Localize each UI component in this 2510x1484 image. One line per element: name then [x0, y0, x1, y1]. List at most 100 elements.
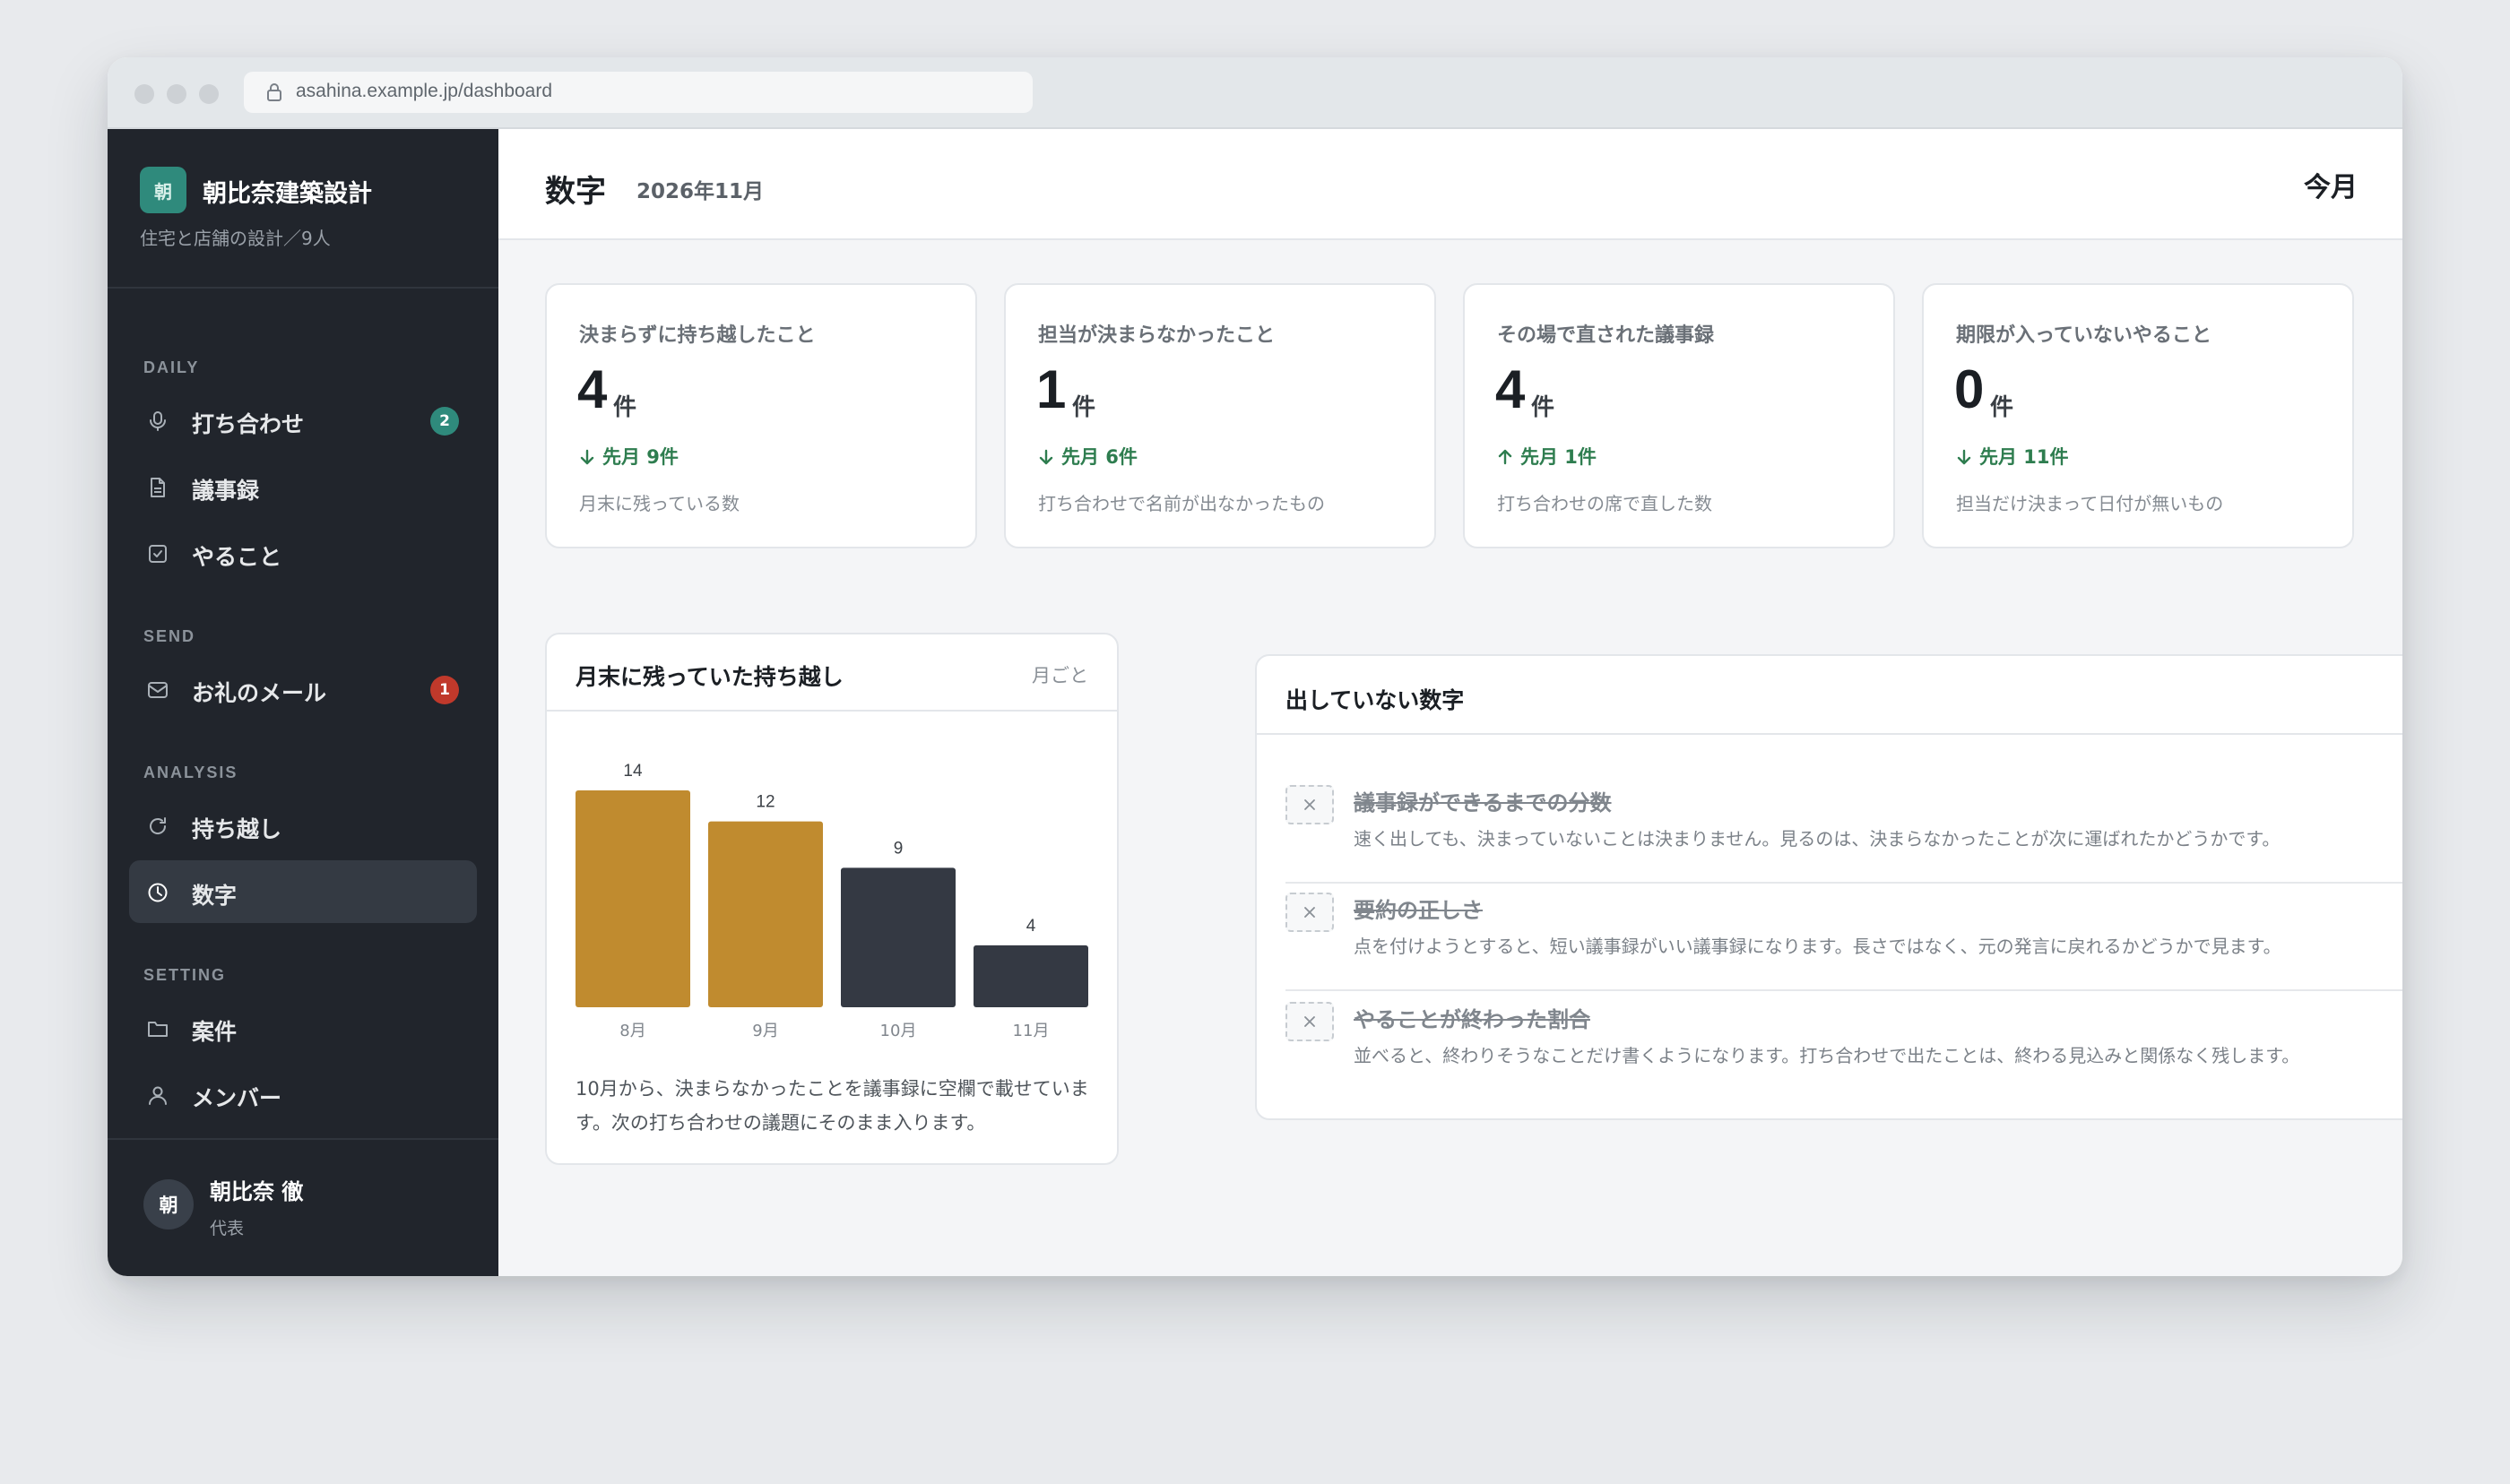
page-title: 数字 [545, 174, 606, 210]
close-icon [1285, 893, 1334, 932]
x-tick-label: 10月 [880, 1022, 917, 1040]
brand-subtitle: 住宅と店舗の設計／9人 [140, 228, 331, 249]
sidebar-item-label: 案件 [192, 1019, 238, 1045]
sidebar-item-members[interactable]: メンバー [129, 1063, 477, 1126]
kpi-delta: 先月 9件 [579, 443, 679, 470]
folder-icon [148, 1022, 168, 1037]
user-name: 朝比奈 徹 [210, 1179, 304, 1204]
kpi-delta-text: 先月 1件 [1520, 446, 1597, 468]
bar-11月 [974, 945, 1088, 1007]
kpi-card-no-deadline: 期限が入っていないやること 0 件 先月 11件 担当だけ決まって日付が無いもの [1922, 283, 2354, 548]
sidebar: 朝 朝比奈建築設計 住宅と店舗の設計／9人 DAILY 打ち合わせ 2 議事録 … [108, 129, 498, 1276]
kpi-unit: 件 [1072, 394, 1096, 421]
unpublished-metric-row: 要約の正しさ 点を付けようとすると、短い議事録がいい議事録になります。長さではな… [1285, 884, 2402, 991]
kpi-card-fixed-on-spot: その場で直された議事録 4 件 先月 1件 打ち合わせの席で直した数 [1463, 283, 1895, 548]
kpi-value: 0 [1954, 359, 1985, 419]
kpi-unit: 件 [1990, 394, 2014, 421]
kpi-title: 決まらずに持ち越したこと [579, 324, 816, 347]
kpi-card-carried-over: 決まらずに持ち越したこと 4 件 先月 9件 月末に残っている数 [545, 283, 977, 548]
sidebar-item-thanks-mail[interactable]: お礼のメール 1 [129, 658, 477, 720]
close-icon [1285, 1002, 1334, 1041]
chart-title: 月末に残っていた持ち越し [576, 664, 844, 690]
sidebar-item-label: やること [192, 544, 282, 570]
window-minimize-dot[interactable] [167, 84, 186, 104]
arrow-down-icon [580, 449, 594, 465]
chart-card-header: 月末に残っていた持ち越し 月ごと [547, 634, 1117, 712]
avatar[interactable]: 朝 [143, 1179, 194, 1229]
bar-8月 [576, 790, 690, 1007]
window-maximize-dot[interactable] [199, 84, 219, 104]
kpi-delta-text: 先月 9件 [602, 446, 679, 468]
bar-9月 [708, 821, 823, 1007]
sidebar-item-minutes[interactable]: 議事録 [129, 455, 477, 518]
page-header: 数字 2026年11月 今月 [498, 129, 2402, 240]
address-url: asahina.example.jp/dashboard [296, 81, 553, 101]
bar-value-label: 12 [756, 793, 775, 812]
sidebar-item-numbers[interactable]: 数字 [129, 860, 477, 923]
section-label-setting: SETTING [143, 966, 227, 984]
sidebar-item-label: メンバー [192, 1085, 282, 1111]
document-icon [151, 478, 165, 497]
arrow-down-icon [1039, 449, 1053, 465]
unpublished-card-header: 出していない数字 [1257, 656, 2402, 735]
kpi-value: 4 [577, 359, 608, 419]
kpi-note: 月末に残っている数 [579, 493, 740, 514]
mic-icon [150, 411, 166, 431]
arrow-down-icon [1957, 449, 1971, 465]
kpi-value: 4 [1495, 359, 1526, 419]
kpi-note: 打ち合わせの席で直した数 [1497, 493, 1712, 514]
sidebar-item-label: 持ち越し [192, 816, 282, 842]
refresh-icon [150, 817, 167, 834]
chart-period: 月ごと [1032, 665, 1088, 686]
kpi-title: 担当が決まらなかったこと [1038, 324, 1276, 347]
brand-name: 朝比奈建築設計 [203, 180, 372, 208]
browser-chrome: asahina.example.jp/dashboard [108, 57, 2402, 129]
metric-description: 点を付けようとすると、短い議事録がいい議事録になります。長さではなく、元の発言に… [1354, 936, 2281, 957]
metric-name: 要約の正しさ [1354, 898, 1483, 923]
chart-caption: 10月から、決まらなかったことを議事録に空欄で載せています。次の打ち合わせの議題… [576, 1078, 1089, 1134]
brand-logo: 朝 [140, 167, 186, 213]
kpi-unit: 件 [1531, 394, 1555, 421]
kpi-delta: 先月 6件 [1038, 443, 1138, 470]
kpi-unit: 件 [613, 394, 637, 421]
arrow-up-icon [1498, 449, 1512, 465]
kpi-note: 打ち合わせで名前が出なかったもの [1038, 493, 1325, 514]
bar-value-label: 9 [894, 839, 904, 858]
close-icon [1285, 785, 1334, 824]
carryover-bar-chart: 14 8月 12 9月 9 10月 4 11月 [576, 762, 1088, 1040]
browser-window: asahina.example.jp/dashboard 朝 朝比奈建築設計 住… [108, 57, 2402, 1276]
x-tick-label: 9月 [752, 1022, 778, 1040]
address-bar[interactable]: asahina.example.jp/dashboard [244, 72, 1033, 113]
checkbox-icon [149, 545, 167, 563]
unpublished-metrics-card: 出していない数字 議事録ができるまでの分数 速く出しても、決まっていないことは決… [1255, 654, 2402, 1120]
person-icon [149, 1086, 167, 1105]
x-tick-label: 11月 [1013, 1022, 1050, 1040]
sidebar-item-todos[interactable]: やること [129, 522, 477, 584]
user-role: 代表 [210, 1219, 245, 1238]
period-range-button[interactable]: 今月 [2304, 165, 2358, 204]
sidebar-item-meetings[interactable]: 打ち合わせ 2 [129, 389, 477, 452]
main-content: 数字 2026年11月 今月 決まらずに持ち越したこと 4 件 先月 9件 月末… [498, 129, 2402, 1276]
kpi-delta-text: 先月 6件 [1061, 446, 1138, 468]
kpi-delta: 先月 11件 [1956, 443, 2069, 470]
mail-count-badge: 1 [430, 676, 459, 704]
bar-value-label: 4 [1026, 917, 1036, 936]
bar-10月 [841, 867, 956, 1007]
section-label-analysis: ANALYSIS [143, 764, 238, 781]
window-close-dot[interactable] [134, 84, 154, 104]
kpi-delta-text: 先月 11件 [1979, 446, 2069, 468]
sidebar-item-carryover[interactable]: 持ち越し [129, 794, 477, 857]
sidebar-item-label: お礼のメール [192, 680, 327, 706]
bar-value-label: 14 [623, 762, 643, 781]
sidebar-item-label: 打ち合わせ [192, 411, 305, 437]
section-label-daily: DAILY [143, 358, 200, 376]
unpublished-metric-row: やることが終わった割合 並べると、終わりそうなことだけ書くようになります。打ち合… [1285, 993, 2402, 1100]
x-tick-label: 8月 [619, 1022, 645, 1040]
sidebar-divider [108, 1138, 498, 1140]
metric-name: やることが終わった割合 [1354, 1007, 1590, 1032]
unpublished-title: 出していない数字 [1285, 687, 1465, 713]
metric-description: 速く出しても、決まっていないことは決まりません。見るのは、決まらなかったことが次… [1354, 828, 2281, 850]
sidebar-item-projects[interactable]: 案件 [129, 997, 477, 1059]
mail-icon [148, 682, 168, 698]
section-label-send: SEND [143, 627, 196, 645]
